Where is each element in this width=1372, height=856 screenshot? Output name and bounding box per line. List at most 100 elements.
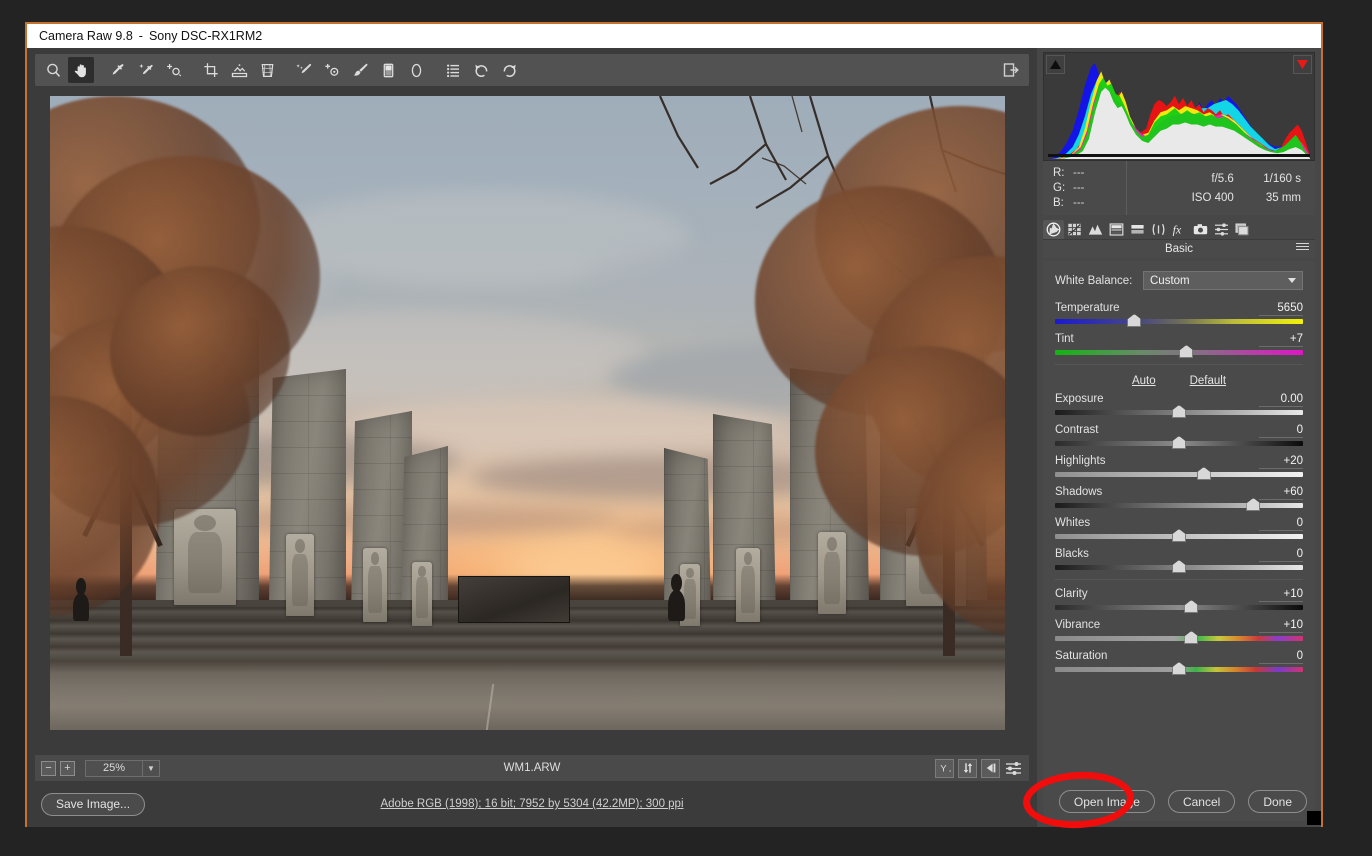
relief-torso — [684, 578, 696, 619]
g-label: G: — [1053, 182, 1066, 194]
slider-saturation-value[interactable]: 0 — [1259, 650, 1303, 664]
rotate-clockwise-tool-icon[interactable] — [496, 57, 522, 83]
slider-highlights-track[interactable] — [1055, 467, 1303, 480]
done-button[interactable]: Done — [1248, 790, 1307, 813]
slider-saturation[interactable]: Saturation 0 — [1055, 650, 1303, 675]
slider-clarity-track[interactable] — [1055, 600, 1303, 613]
slider-vibrance-track[interactable] — [1055, 631, 1303, 644]
full-screen-toggle-button[interactable] — [958, 758, 977, 778]
slider-clarity-head: Clarity +10 — [1055, 588, 1303, 602]
tab-detail[interactable] — [1085, 220, 1106, 239]
slider-tint[interactable]: Tint +7 — [1055, 333, 1303, 358]
slider-exposure-track[interactable] — [1055, 405, 1303, 418]
shot-settings-row-1: f/5.6 1/160 s — [1127, 170, 1301, 189]
preview-toggle-button[interactable]: Y — [935, 758, 954, 778]
straighten-tool-icon[interactable] — [226, 57, 252, 83]
rotate-counterclockwise-tool-icon[interactable] — [468, 57, 494, 83]
open-preferences-icon[interactable] — [998, 57, 1024, 83]
crop-tool-icon[interactable] — [198, 57, 224, 83]
graduated-filter-tool-icon[interactable] — [375, 57, 401, 83]
slider-tint-value[interactable]: +7 — [1259, 333, 1303, 347]
slider-exposure[interactable]: Exposure 0.00 — [1055, 393, 1303, 418]
presets-tool-icon[interactable] — [440, 57, 466, 83]
zoom-out-button[interactable]: − — [41, 760, 56, 776]
slider-tint-label: Tint — [1055, 333, 1074, 345]
slider-whites-track[interactable] — [1055, 529, 1303, 542]
slider-vibrance-label: Vibrance — [1055, 619, 1101, 631]
tab-presets[interactable] — [1211, 220, 1232, 239]
slider-saturation-track[interactable] — [1055, 662, 1303, 675]
tab-basic[interactable] — [1043, 220, 1064, 239]
slider-blacks-value[interactable]: 0 — [1259, 548, 1303, 562]
zoom-tool-icon[interactable] — [40, 57, 66, 83]
open-image-button[interactable]: Open Image — [1058, 790, 1155, 813]
shutter-value: 1/160 s — [1263, 173, 1301, 185]
slider-blacks-track[interactable] — [1055, 560, 1303, 573]
histogram[interactable] — [1043, 52, 1315, 161]
shot-settings-row-2: ISO 400 35 mm — [1127, 189, 1301, 208]
tab-snapshots[interactable] — [1232, 220, 1253, 239]
slider-temperature-track[interactable] — [1055, 314, 1303, 327]
image-preview-area[interactable] — [35, 92, 1029, 751]
slider-shadows-head: Shadows +60 — [1055, 486, 1303, 500]
title-bar: Camera Raw 9.8 - Sony DSC-RX1RM2 — [27, 24, 1321, 48]
color-sampler-tool-icon[interactable] — [133, 57, 159, 83]
targeted-adjustment-tool-icon[interactable] — [161, 57, 187, 83]
red-eye-removal-tool-icon[interactable] — [319, 57, 345, 83]
focal-length-value: 35 mm — [1265, 192, 1301, 204]
tab-split-toning[interactable] — [1127, 220, 1148, 239]
zoom-in-button[interactable]: + — [60, 760, 75, 776]
slider-whites-head: Whites 0 — [1055, 517, 1303, 531]
tab-tone-curve[interactable] — [1064, 220, 1085, 239]
panel-menu-icon[interactable] — [1296, 243, 1309, 254]
footer-bar: Save Image... Adobe RGB (1998); 16 bit; … — [27, 781, 1037, 827]
slider-vibrance[interactable]: Vibrance +10 — [1055, 619, 1303, 644]
g-value: --- — [1073, 182, 1085, 194]
histogram-baseline — [1048, 154, 1310, 157]
slider-shadows-value[interactable]: +60 — [1259, 486, 1303, 500]
previous-image-button[interactable] — [981, 758, 1000, 778]
slider-temperature-value[interactable]: 5650 — [1259, 302, 1303, 316]
title-camera-model: Sony DSC-RX1RM2 — [148, 29, 263, 43]
slider-exposure-value[interactable]: 0.00 — [1259, 393, 1303, 407]
slider-clarity-value[interactable]: +10 — [1259, 588, 1303, 602]
adjustment-brush-tool-icon[interactable] — [347, 57, 373, 83]
slider-clarity[interactable]: Clarity +10 — [1055, 588, 1303, 613]
tab-effects[interactable]: fx — [1169, 220, 1190, 239]
spot-removal-tool-icon[interactable] — [291, 57, 317, 83]
left-column: − + 25% ▼ WM1.ARW Y Save Image... Adobe … — [27, 48, 1037, 827]
slider-contrast-track[interactable] — [1055, 436, 1303, 449]
slider-whites-value[interactable]: 0 — [1259, 517, 1303, 531]
window-resize-grip[interactable] — [1307, 811, 1321, 825]
raw-photo[interactable] — [50, 96, 1005, 730]
default-link[interactable]: Default — [1190, 375, 1226, 387]
slider-highlights-value[interactable]: +20 — [1259, 455, 1303, 469]
zoom-level-select[interactable]: 25% ▼ — [85, 759, 160, 777]
slider-temperature[interactable]: Temperature 5650 — [1055, 302, 1303, 327]
slider-saturation-label: Saturation — [1055, 650, 1108, 662]
slider-vibrance-value[interactable]: +10 — [1259, 619, 1303, 633]
transform-tool-icon[interactable] — [254, 57, 280, 83]
slider-blacks[interactable]: Blacks 0 — [1055, 548, 1303, 573]
workflow-options-link[interactable]: Adobe RGB (1998); 16 bit; 7952 by 5304 (… — [27, 798, 1037, 810]
cancel-button[interactable]: Cancel — [1167, 790, 1236, 813]
radial-filter-tool-icon[interactable] — [403, 57, 429, 83]
white-balance-select[interactable]: Custom — [1143, 271, 1303, 290]
slider-shadows[interactable]: Shadows +60 — [1055, 486, 1303, 511]
auto-link[interactable]: Auto — [1132, 375, 1156, 387]
filmstrip-settings-button[interactable] — [1004, 759, 1023, 778]
tab-camera-calibration[interactable] — [1190, 220, 1211, 239]
slider-saturation-head: Saturation 0 — [1055, 650, 1303, 664]
slider-whites[interactable]: Whites 0 — [1055, 517, 1303, 542]
tab-lens-corrections[interactable] — [1148, 220, 1169, 239]
slider-contrast[interactable]: Contrast 0 — [1055, 424, 1303, 449]
slider-tint-track[interactable] — [1055, 345, 1303, 358]
tab-hsl-grayscale[interactable] — [1106, 220, 1127, 239]
slider-highlights[interactable]: Highlights +20 — [1055, 455, 1303, 480]
slider-contrast-value[interactable]: 0 — [1259, 424, 1303, 438]
status-bar-buttons: Y — [935, 758, 1023, 778]
hand-tool-icon[interactable] — [68, 57, 94, 83]
white-balance-tool-icon[interactable] — [105, 57, 131, 83]
person-silhouette — [73, 578, 89, 621]
slider-shadows-track[interactable] — [1055, 498, 1303, 511]
